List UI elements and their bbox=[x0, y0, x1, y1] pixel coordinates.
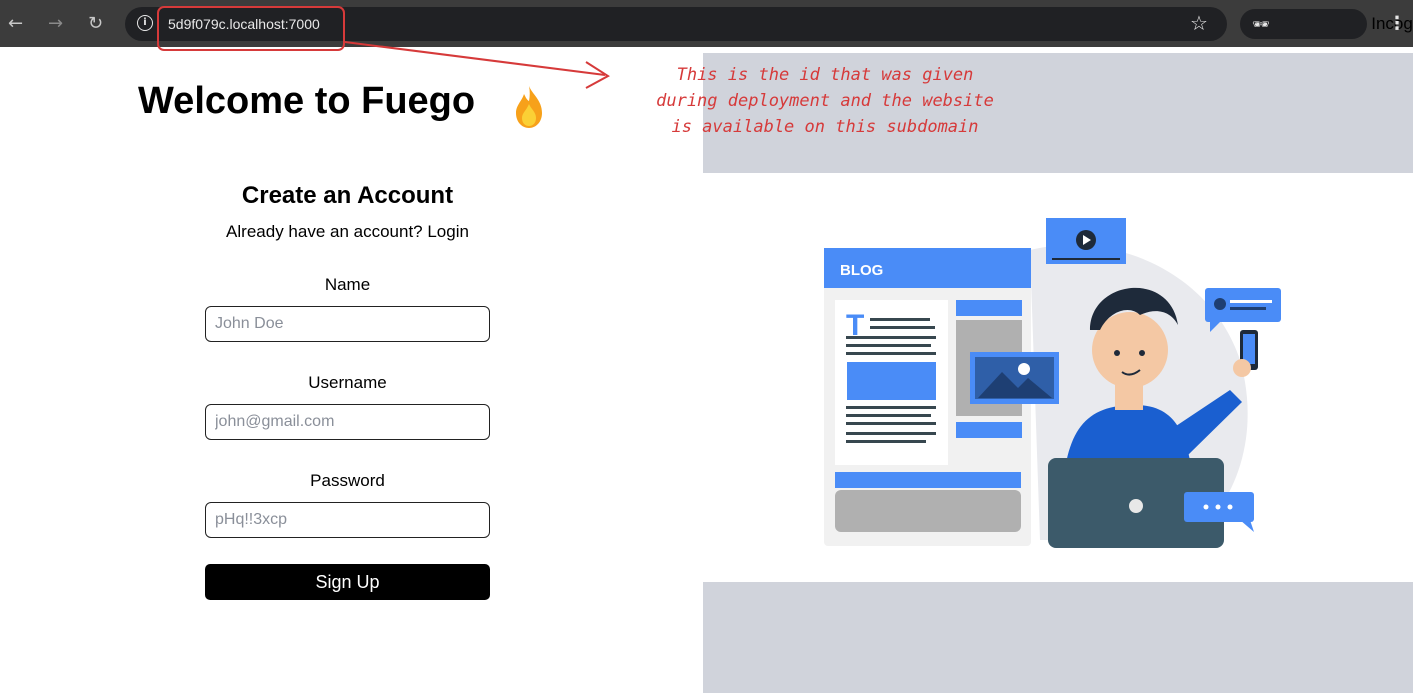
name-label: Name bbox=[324, 275, 371, 294]
name-input[interactable] bbox=[205, 306, 490, 342]
image-icon bbox=[1018, 363, 1030, 375]
username-input[interactable] bbox=[205, 404, 490, 440]
blog-label: BLOG bbox=[840, 262, 883, 279]
sign-up-button[interactable]: Sign Up bbox=[205, 564, 490, 600]
login-link[interactable]: Already have an account? Login bbox=[226, 222, 469, 241]
login-prompt[interactable]: Already have an account? Login bbox=[205, 222, 490, 242]
password-label: Password bbox=[310, 471, 385, 490]
username-label: Username bbox=[308, 373, 387, 392]
annotation-note: This is the id that was given during dep… bbox=[615, 62, 1035, 140]
form-title: Create an Account bbox=[241, 182, 454, 209]
annotation-line: This is the id that was given bbox=[676, 65, 974, 85]
annotation-line: is available on this subdomain bbox=[671, 117, 979, 137]
page-title: Welcome to Fuego bbox=[138, 80, 476, 122]
annotation-line: during deployment and the website bbox=[656, 91, 994, 111]
fire-icon bbox=[516, 86, 542, 128]
illustration-panel-bottom bbox=[703, 582, 1413, 693]
password-input[interactable] bbox=[205, 502, 490, 538]
blog-illustration: BLOG T bbox=[824, 218, 1281, 548]
